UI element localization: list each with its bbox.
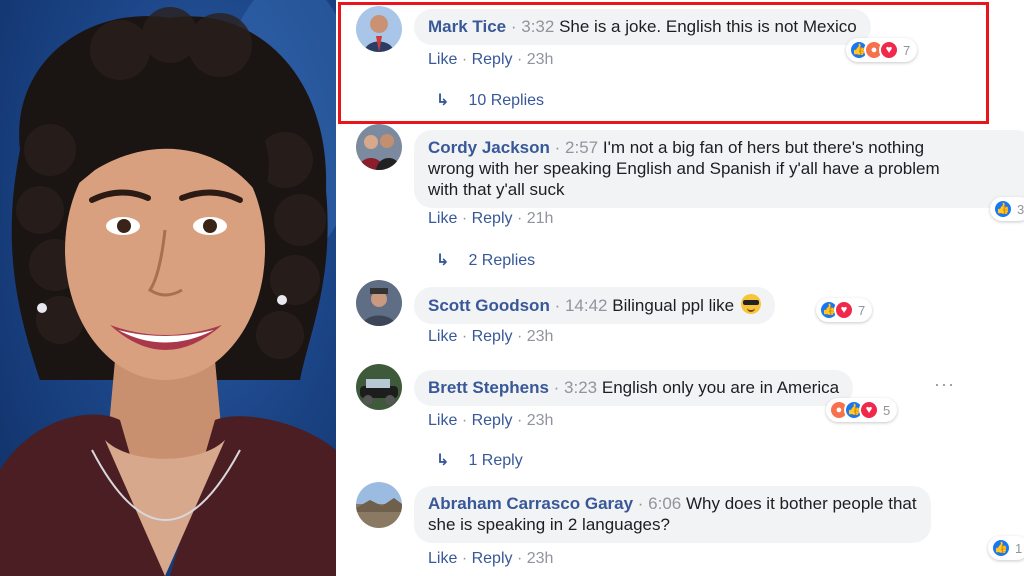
comment-text: she is speaking in 2 languages? bbox=[428, 515, 670, 534]
view-replies-link[interactable]: ↳ 1 Reply bbox=[436, 450, 523, 470]
comment-time[interactable]: 2:57 bbox=[565, 138, 598, 157]
comment-author[interactable]: Cordy Jackson bbox=[428, 138, 550, 157]
reactions-summary[interactable]: 👍 1 bbox=[988, 536, 1024, 560]
reply-link[interactable]: Reply bbox=[472, 550, 513, 567]
comment-text: with that y'all suck bbox=[428, 180, 565, 199]
separator: · bbox=[516, 328, 523, 345]
comment-actions: Like · Reply · 23h bbox=[428, 412, 553, 430]
comment-author[interactable]: Scott Goodson bbox=[428, 296, 550, 315]
like-link[interactable]: Like bbox=[428, 412, 457, 429]
separator: · bbox=[516, 550, 523, 567]
avatar[interactable] bbox=[356, 482, 402, 528]
comment-time[interactable]: 3:23 bbox=[564, 378, 597, 397]
comment-age[interactable]: 23h bbox=[527, 412, 554, 429]
sunglasses-emoji-icon bbox=[740, 294, 761, 314]
comment-time[interactable]: 14:42 bbox=[565, 296, 608, 315]
reaction-count: 5 bbox=[883, 402, 891, 418]
reply-link[interactable]: Reply bbox=[472, 328, 513, 345]
separator: · bbox=[516, 210, 523, 227]
reaction-count: 1 bbox=[1015, 540, 1023, 556]
comment-actions: Like · Reply · 23h bbox=[428, 550, 553, 568]
comment-actions: Like · Reply · 21h bbox=[428, 210, 553, 228]
replies-count: 1 Reply bbox=[468, 452, 523, 469]
replies-count: 2 Replies bbox=[468, 252, 536, 269]
like-reaction-icon: 👍 bbox=[993, 199, 1013, 219]
comment-text: Why does it bother people that bbox=[686, 494, 917, 513]
comment-age[interactable]: 23h bbox=[527, 550, 554, 567]
comment-text: Bilingual ppl like bbox=[612, 296, 735, 315]
avatar[interactable] bbox=[356, 364, 402, 410]
like-reaction-icon: 👍 bbox=[991, 538, 1011, 558]
separator: · bbox=[461, 412, 468, 429]
reply-arrow-icon: ↳ bbox=[436, 452, 450, 469]
more-options-icon[interactable]: ··· bbox=[934, 374, 955, 395]
like-link[interactable]: Like bbox=[428, 328, 457, 345]
portrait-photo bbox=[0, 0, 336, 576]
highlight-box bbox=[338, 2, 989, 124]
comment-bubble: Abraham Carrasco Garay · 6:06 Why does i… bbox=[414, 486, 931, 543]
reply-arrow-icon: ↳ bbox=[436, 252, 450, 269]
comment-bubble: Scott Goodson · 14:42 Bilingual ppl like bbox=[414, 287, 775, 324]
comment-author[interactable]: Abraham Carrasco Garay bbox=[428, 494, 633, 513]
comment-time[interactable]: 6:06 bbox=[648, 494, 681, 513]
separator: · bbox=[516, 412, 523, 429]
love-reaction-icon: ♥ bbox=[859, 400, 879, 420]
reaction-count: 7 bbox=[858, 302, 866, 318]
comment-bubble: Brett Stephens · 3:23 English only you a… bbox=[414, 370, 854, 406]
reactions-summary[interactable]: 👍 ♥ 7 bbox=[816, 298, 873, 322]
separator: · bbox=[553, 378, 565, 397]
separator: · bbox=[637, 494, 649, 513]
separator: · bbox=[554, 296, 565, 315]
reactions-summary[interactable]: ● 👍 ♥ 5 bbox=[826, 398, 898, 422]
separator: · bbox=[461, 550, 468, 567]
reply-link[interactable]: Reply bbox=[472, 210, 513, 227]
separator: · bbox=[554, 138, 566, 157]
view-replies-link[interactable]: ↳ 2 Replies bbox=[436, 250, 535, 270]
comment-text: I'm not a big fan of hers but there's no… bbox=[602, 138, 925, 157]
portrait-illustration bbox=[0, 0, 336, 576]
comment-age[interactable]: 23h bbox=[527, 328, 554, 345]
love-reaction-icon: ♥ bbox=[834, 300, 854, 320]
comment-actions: Like · Reply · 23h bbox=[428, 328, 553, 346]
avatar[interactable] bbox=[356, 124, 402, 170]
comment-author[interactable]: Brett Stephens bbox=[428, 378, 549, 397]
comment-text: wrong with her speaking English and Span… bbox=[428, 159, 940, 178]
separator: · bbox=[461, 328, 468, 345]
like-link[interactable]: Like bbox=[428, 210, 457, 227]
like-link[interactable]: Like bbox=[428, 550, 457, 567]
reaction-count: 3 bbox=[1017, 201, 1024, 217]
comment-text: English only you are in America bbox=[601, 378, 840, 397]
comment-bubble: Cordy Jackson · 2:57 I'm not a big fan o… bbox=[414, 130, 1024, 208]
reply-link[interactable]: Reply bbox=[472, 412, 513, 429]
reactions-summary[interactable]: 👍 3 bbox=[990, 197, 1024, 221]
separator: · bbox=[461, 210, 468, 227]
avatar[interactable] bbox=[356, 280, 402, 326]
comment-age[interactable]: 21h bbox=[527, 210, 554, 227]
